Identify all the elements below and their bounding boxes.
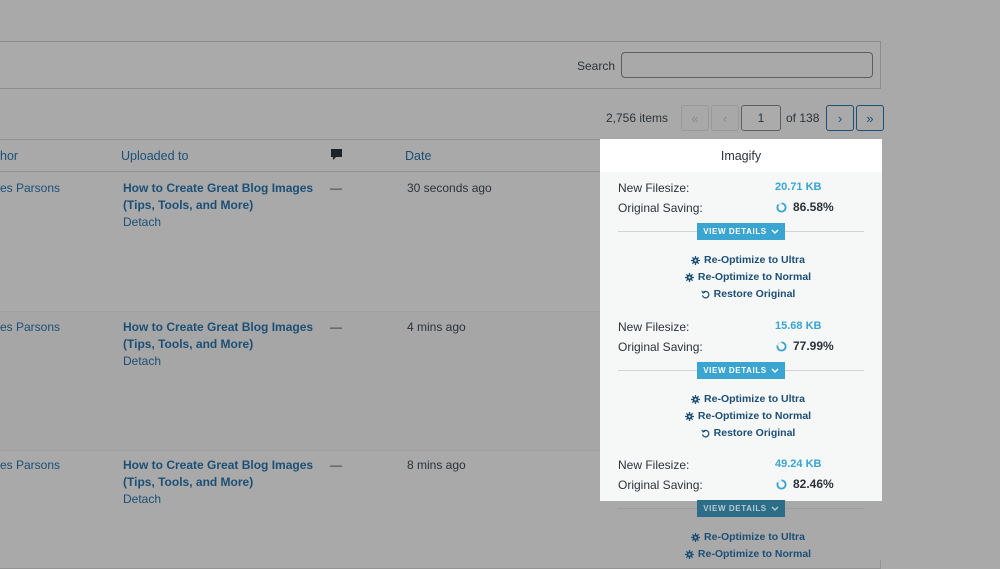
gear-icon (684, 411, 694, 421)
detach-link[interactable]: Detach (123, 354, 161, 368)
uploaded-to-link[interactable]: How to Create Great Blog Images (Tips, T… (123, 319, 323, 353)
gear-icon (691, 532, 701, 542)
restore-icon (700, 290, 710, 298)
original-saving: 77.99% (776, 339, 834, 353)
original-saving-label: Original Saving: (618, 201, 703, 215)
column-header-author[interactable]: hor (0, 149, 18, 163)
original-saving-value: 86.58% (793, 200, 834, 214)
row-author-link[interactable]: es Parsons (0, 320, 60, 334)
restore-original-link[interactable]: Restore Original (618, 288, 878, 300)
restore-original-link[interactable]: Restore Original (618, 427, 878, 439)
new-filesize-value: 49.24 KB (775, 458, 822, 470)
comment-count: — (330, 458, 342, 472)
detach-link[interactable]: Detach (123, 492, 161, 506)
gear-icon (684, 272, 694, 282)
row-date: 4 mins ago (407, 320, 466, 334)
comment-count: — (330, 320, 342, 334)
chevron-down-icon (771, 229, 779, 234)
original-saving-label: Original Saving: (618, 340, 703, 354)
uploaded-to-link[interactable]: How to Create Great Blog Images (Tips, T… (123, 180, 323, 214)
reoptimize-ultra-link[interactable]: Re-Optimize to Ultra (618, 531, 878, 543)
saving-ring-icon (776, 478, 787, 490)
comment-icon[interactable] (330, 148, 343, 162)
search-input[interactable] (621, 52, 873, 78)
new-filesize-label: New Filesize: (618, 181, 690, 195)
reoptimize-ultra-link[interactable]: Re-Optimize to Ultra (618, 254, 878, 266)
gear-icon (691, 394, 701, 404)
total-pages-label: of 138 (786, 111, 820, 125)
current-page-input[interactable] (741, 105, 781, 131)
row-author-link[interactable]: es Parsons (0, 458, 60, 472)
reoptimize-normal-link[interactable]: Re-Optimize to Normal (618, 410, 878, 422)
next-page-button[interactable]: › (826, 105, 854, 131)
row-divider (0, 311, 600, 312)
gear-icon (691, 255, 701, 265)
new-filesize-value: 20.71 KB (775, 181, 822, 193)
chevron-down-icon (771, 506, 779, 511)
last-page-button[interactable]: » (856, 105, 884, 131)
items-count: 2,756 items (606, 111, 669, 125)
original-saving-label: Original Saving: (618, 478, 703, 492)
view-details-button[interactable]: VIEW DETAILS (697, 362, 785, 379)
saving-ring-icon (776, 340, 787, 352)
new-filesize-value: 15.68 KB (775, 320, 822, 332)
chevron-down-icon (771, 368, 779, 373)
original-saving: 86.58% (776, 200, 834, 214)
saving-ring-icon (776, 201, 787, 213)
column-header-uploaded-to[interactable]: Uploaded to (121, 149, 188, 163)
restore-icon (700, 429, 710, 437)
search-label: Search (577, 59, 616, 73)
new-filesize-label: New Filesize: (618, 458, 690, 472)
row-date: 8 mins ago (407, 458, 466, 472)
view-details-button[interactable]: VIEW DETAILS (697, 500, 785, 517)
view-details-button[interactable]: VIEW DETAILS (697, 223, 785, 240)
prev-page-button[interactable]: ‹ (711, 105, 739, 131)
detach-link[interactable]: Detach (123, 215, 161, 229)
reoptimize-normal-link[interactable]: Re-Optimize to Normal (618, 548, 878, 560)
reoptimize-ultra-link[interactable]: Re-Optimize to Ultra (618, 393, 878, 405)
uploaded-to-link[interactable]: How to Create Great Blog Images (Tips, T… (123, 457, 323, 491)
first-page-button[interactable]: « (681, 105, 709, 131)
column-header-imagify[interactable]: Imagify (600, 139, 882, 172)
original-saving-value: 82.46% (793, 477, 834, 491)
gear-icon (684, 549, 694, 559)
row-divider (0, 450, 600, 451)
reoptimize-normal-link[interactable]: Re-Optimize to Normal (618, 271, 878, 283)
original-saving: 82.46% (776, 477, 834, 491)
row-author-link[interactable]: es Parsons (0, 181, 60, 195)
new-filesize-label: New Filesize: (618, 320, 690, 334)
comment-count: — (330, 181, 342, 195)
row-date: 30 seconds ago (407, 181, 492, 195)
original-saving-value: 77.99% (793, 339, 834, 353)
column-header-date[interactable]: Date (405, 149, 431, 163)
